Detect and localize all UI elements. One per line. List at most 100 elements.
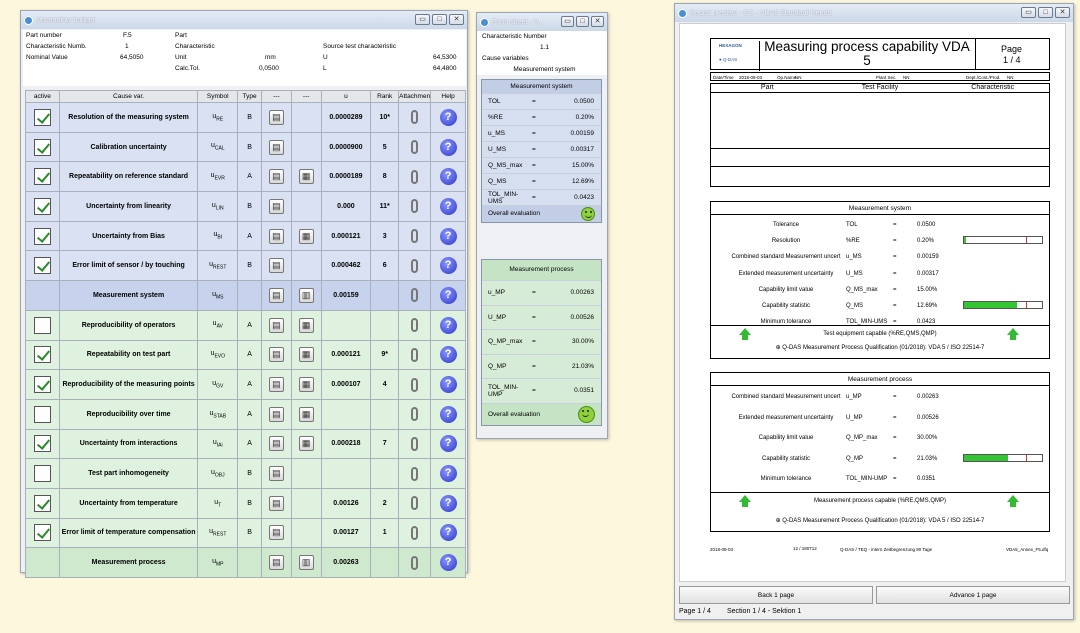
active-checkbox[interactable] bbox=[33, 227, 51, 245]
attachment-cell[interactable] bbox=[398, 131, 432, 163]
calculator-icon[interactable]: ▤ bbox=[268, 139, 284, 155]
data-cell[interactable] bbox=[290, 102, 322, 133]
help-icon[interactable]: ? bbox=[439, 286, 457, 304]
attachment-cell[interactable] bbox=[398, 220, 432, 252]
data-cell[interactable]: ▦ bbox=[290, 369, 322, 400]
paperclip-icon[interactable] bbox=[411, 288, 419, 303]
table-row[interactable]: Uncertainty from Bias uBI A ▤ ▦ 0.000121 3? bbox=[25, 220, 466, 252]
help-cell[interactable]: ? bbox=[430, 339, 466, 371]
maximize-button[interactable]: □ bbox=[1038, 7, 1053, 18]
calculator-icon[interactable]: ▤ bbox=[268, 317, 284, 333]
paperclip-icon[interactable] bbox=[411, 229, 419, 244]
table-row[interactable]: Calibration uncertainty uCAL B ▤ 0.0000900 5? bbox=[25, 131, 466, 163]
calc-cell[interactable]: ▤ bbox=[261, 102, 292, 133]
data-cell[interactable]: ▦ bbox=[290, 309, 322, 341]
help-icon[interactable]: ? bbox=[439, 197, 457, 215]
active-cell[interactable] bbox=[25, 102, 60, 133]
help-cell[interactable]: ? bbox=[430, 131, 466, 163]
table-row[interactable]: Uncertainty from temperature uT B ▤ 0.00126 2… bbox=[25, 487, 466, 519]
paperclip-icon[interactable] bbox=[411, 169, 419, 184]
paperclip-icon[interactable] bbox=[411, 140, 419, 155]
active-cell[interactable] bbox=[25, 191, 60, 222]
data-cell[interactable] bbox=[290, 191, 322, 222]
minimize-button[interactable]: ▭ bbox=[1021, 7, 1036, 18]
table-row[interactable]: Uncertainty from interactions uIAi A ▤ ▦ 0.00… bbox=[25, 428, 466, 460]
help-icon[interactable]: ? bbox=[439, 435, 457, 453]
calc-cell[interactable]: ▤ bbox=[261, 250, 292, 282]
table-row[interactable]: Test part inhomogeneity uOBJ B ▤? bbox=[25, 458, 466, 489]
active-checkbox[interactable] bbox=[33, 524, 51, 542]
active-checkbox[interactable] bbox=[33, 494, 51, 512]
paperclip-icon[interactable] bbox=[411, 466, 419, 481]
active-cell[interactable] bbox=[25, 547, 60, 578]
active-cell[interactable] bbox=[25, 458, 60, 489]
active-checkbox[interactable] bbox=[33, 405, 51, 423]
attachment-cell[interactable] bbox=[398, 458, 432, 489]
table-icon[interactable]: ▦ bbox=[298, 406, 314, 422]
table-icon[interactable]: ▦ bbox=[298, 347, 314, 363]
active-cell[interactable] bbox=[25, 220, 60, 252]
column-header[interactable]: Rank bbox=[370, 90, 400, 103]
close-button[interactable]: ✕ bbox=[591, 16, 604, 27]
paperclip-icon[interactable] bbox=[411, 199, 419, 214]
column-header[interactable]: Type bbox=[237, 90, 262, 103]
active-cell[interactable] bbox=[25, 428, 60, 460]
table-row[interactable]: Uncertainty from linearity uLIN B ▤ 0.000 11*… bbox=[25, 191, 466, 222]
attachment-cell[interactable] bbox=[398, 191, 432, 222]
paperclip-icon[interactable] bbox=[411, 525, 419, 540]
paperclip-icon[interactable] bbox=[411, 377, 419, 392]
help-cell[interactable]: ? bbox=[430, 428, 466, 460]
active-checkbox[interactable] bbox=[33, 316, 51, 334]
help-cell[interactable]: ? bbox=[430, 220, 466, 252]
attachment-cell[interactable] bbox=[398, 398, 432, 430]
calc-cell[interactable]: ▤ bbox=[261, 517, 292, 549]
calculator-icon[interactable]: ▤ bbox=[268, 347, 284, 363]
active-cell[interactable] bbox=[25, 398, 60, 430]
maximize-button[interactable]: □ bbox=[576, 16, 589, 27]
help-cell[interactable]: ? bbox=[430, 250, 466, 282]
active-checkbox[interactable] bbox=[33, 257, 51, 275]
help-cell[interactable]: ? bbox=[430, 102, 466, 133]
data-cell[interactable] bbox=[290, 487, 322, 519]
calc-cell[interactable]: ▤ bbox=[261, 191, 292, 222]
table-row[interactable]: Resolution of the measuring system uRE B ▤ 0… bbox=[25, 102, 466, 133]
minimize-button[interactable]: ▭ bbox=[561, 16, 574, 27]
back-page-button[interactable]: Back 1 page bbox=[679, 586, 873, 604]
title-bar[interactable]: Form sheet - V... ▭ □ ✕ bbox=[477, 13, 607, 31]
calc-cell[interactable]: ▤ bbox=[261, 309, 292, 341]
table-row[interactable]: Error limit of temperature compensation u… bbox=[25, 517, 466, 549]
table-icon[interactable]: ▦ bbox=[298, 377, 314, 393]
active-checkbox[interactable] bbox=[33, 346, 51, 364]
help-icon[interactable]: ? bbox=[439, 257, 457, 275]
active-checkbox[interactable] bbox=[33, 435, 51, 453]
attachment-cell[interactable] bbox=[398, 102, 432, 133]
calculator-icon[interactable]: ▤ bbox=[268, 287, 284, 303]
help-icon[interactable]: ? bbox=[439, 346, 457, 364]
table-row[interactable]: Measurement system uMS ▤ ▥ 0.00159? bbox=[25, 280, 466, 311]
table-row[interactable]: Repeatability on test part uEVO A ▤ ▦ 0.00012… bbox=[25, 339, 466, 371]
data-cell[interactable]: ▥ bbox=[290, 547, 322, 578]
table-row[interactable]: Repeatability on reference standard uEVR A… bbox=[25, 161, 466, 193]
help-icon[interactable]: ? bbox=[439, 108, 457, 126]
data-cell[interactable]: ▥ bbox=[290, 280, 322, 311]
data-cell[interactable] bbox=[290, 458, 322, 489]
help-cell[interactable]: ? bbox=[430, 458, 466, 489]
data-cell[interactable]: ▦ bbox=[290, 161, 322, 193]
help-cell[interactable]: ? bbox=[430, 398, 466, 430]
calc-cell[interactable]: ▤ bbox=[261, 487, 292, 519]
calc-cell[interactable]: ▤ bbox=[261, 339, 292, 371]
title-bar[interactable]: Uncertainty budget ▭ □ ✕ bbox=[21, 11, 467, 29]
table-row[interactable]: Reproducibility over time uSTAB A ▤ ▦? bbox=[25, 398, 466, 430]
data-cell[interactable]: ▦ bbox=[290, 339, 322, 371]
paperclip-icon[interactable] bbox=[411, 318, 419, 333]
table-row[interactable]: Reproducibility of operators uAV A ▤ ▦? bbox=[25, 309, 466, 341]
active-cell[interactable] bbox=[25, 517, 60, 549]
help-icon[interactable]: ? bbox=[439, 316, 457, 334]
attachment-cell[interactable] bbox=[398, 161, 432, 193]
help-icon[interactable]: ? bbox=[439, 227, 457, 245]
calculator-icon[interactable]: ▤ bbox=[268, 406, 284, 422]
calculator-icon[interactable]: ▤ bbox=[268, 258, 284, 274]
column-header[interactable]: Cause var. bbox=[58, 90, 199, 103]
paperclip-icon[interactable] bbox=[411, 347, 419, 362]
calc-cell[interactable]: ▤ bbox=[261, 428, 292, 460]
